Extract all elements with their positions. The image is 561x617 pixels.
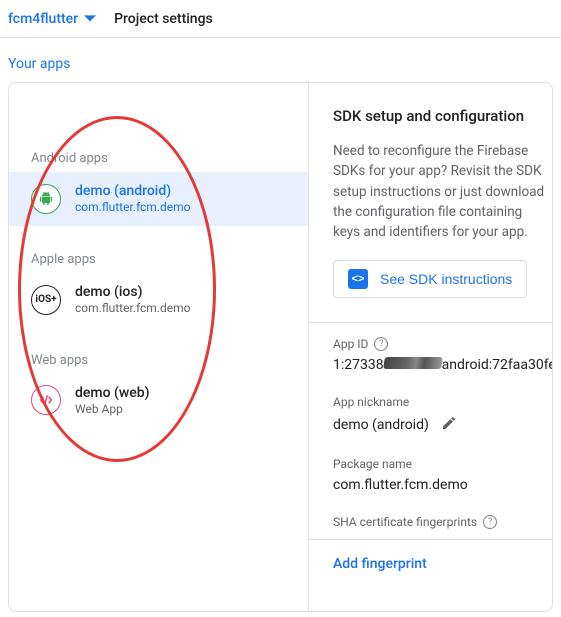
app-id-label: App ID ? (333, 337, 552, 351)
project-name: fcm4flutter (8, 11, 78, 27)
help-icon[interactable]: ? (374, 337, 388, 351)
nickname-label: App nickname (333, 395, 552, 409)
web-app-package: Web App (75, 402, 150, 418)
apps-panel: Android apps demo (android) com.flutter.… (8, 82, 553, 612)
android-app-row[interactable]: demo (android) com.flutter.fcm.demo (9, 172, 308, 226)
web-icon (31, 385, 61, 415)
edit-nickname-button[interactable] (441, 415, 457, 435)
project-selector[interactable]: fcm4flutter (8, 11, 96, 27)
ios-icon: iOS+ (31, 285, 61, 315)
sdk-heading: SDK setup and configuration (333, 107, 552, 125)
sdk-button-label: See SDK instructions (380, 271, 512, 287)
ios-app-name: demo (ios) (75, 283, 190, 301)
web-section-label: Web apps (9, 345, 308, 374)
android-app-package: com.flutter.fcm.demo (75, 200, 190, 216)
page-title: Project settings (114, 11, 213, 27)
code-icon: <> (348, 269, 368, 289)
app-id-value: 1:27338android:72faa30fe2d (333, 357, 552, 373)
ios-app-row[interactable]: iOS+ demo (ios) com.flutter.fcm.demo (9, 273, 308, 327)
package-label: Package name (333, 457, 552, 471)
help-icon[interactable]: ? (483, 515, 497, 529)
sha-label: SHA certificate fingerprints ? (333, 515, 552, 529)
ios-app-package: com.flutter.fcm.demo (75, 301, 190, 317)
apps-sidebar: Android apps demo (android) com.flutter.… (9, 83, 309, 611)
android-section-label: Android apps (9, 143, 308, 172)
redacted-smudge (383, 357, 443, 369)
nickname-value: demo (android) (333, 415, 552, 435)
android-icon (31, 184, 61, 214)
package-value: com.flutter.fcm.demo (333, 477, 552, 493)
add-fingerprint-button[interactable]: Add fingerprint (333, 556, 427, 572)
app-details: SDK setup and configuration Need to reco… (309, 83, 552, 611)
apple-section-label: Apple apps (9, 244, 308, 273)
web-app-name: demo (web) (75, 384, 150, 402)
caret-down-icon (84, 13, 96, 25)
see-sdk-instructions-button[interactable]: <> See SDK instructions (333, 260, 527, 298)
sha-divider (309, 539, 552, 540)
your-apps-header: Your apps (0, 38, 561, 82)
sdk-blurb: Need to reconfigure the Firebase SDKs fo… (333, 141, 552, 242)
web-app-row[interactable]: demo (web) Web App (9, 374, 308, 428)
android-app-name: demo (android) (75, 182, 190, 200)
details-divider (309, 322, 552, 323)
